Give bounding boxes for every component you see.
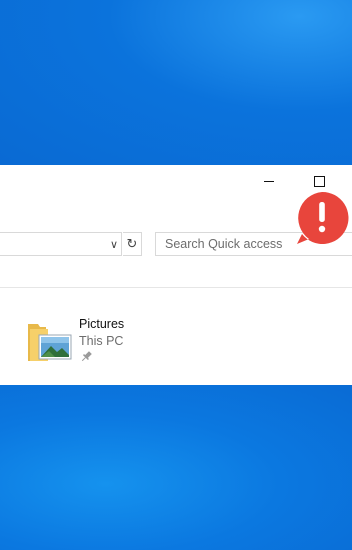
item-name: Pictures — [79, 317, 125, 331]
desktop-background-bottom — [0, 385, 352, 550]
chevron-down-icon[interactable]: ∨ — [107, 235, 121, 253]
search-placeholder: Search Quick access — [165, 237, 283, 251]
item-location: This PC — [79, 334, 124, 348]
pictures-folder-icon — [28, 324, 72, 361]
minimize-icon — [264, 180, 274, 182]
maximize-button[interactable] — [303, 169, 337, 193]
ribbon-divider — [0, 287, 352, 288]
pin-icon[interactable] — [80, 350, 93, 363]
refresh-icon: ↻ — [126, 236, 138, 252]
maximize-icon — [314, 175, 325, 187]
refresh-button[interactable]: ↻ — [123, 232, 142, 256]
desktop-background-top — [0, 0, 352, 165]
quick-access-item-pictures[interactable]: Pictures This PC — [24, 315, 164, 371]
exclamation-icon[interactable] — [295, 191, 349, 245]
address-bar[interactable] — [0, 232, 122, 256]
minimize-button[interactable] — [252, 169, 286, 193]
